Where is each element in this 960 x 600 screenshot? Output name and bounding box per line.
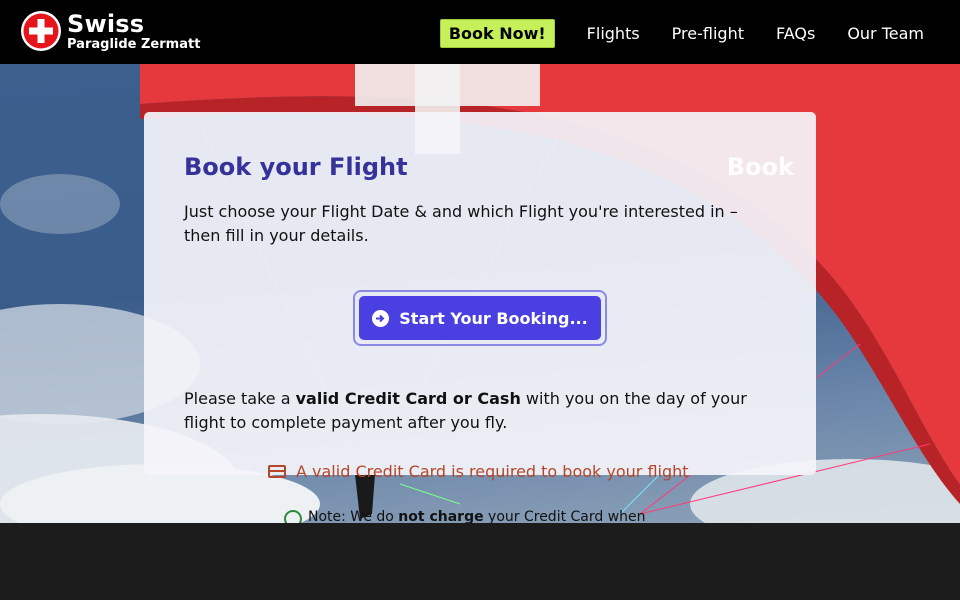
nav-link-faqs[interactable]: FAQs — [776, 24, 815, 43]
nav-link-our-team[interactable]: Our Team — [847, 24, 924, 43]
payment-methods: valid Credit Card or Cash — [295, 389, 521, 408]
credit-card-note: A valid Credit Card is required to book … — [268, 462, 689, 481]
credit-card-note-text: A valid Credit Card is required to book … — [296, 462, 689, 481]
booking-card: Book your Flight Book Just choose your F… — [144, 112, 816, 475]
intro-text: Just choose your Flight Date & and which… — [184, 202, 738, 245]
card-watermark: Book — [726, 153, 794, 181]
brand-logo[interactable]: Swiss Paraglide Zermatt — [20, 10, 200, 52]
nav-link-pre-flight[interactable]: Pre-flight — [672, 24, 744, 43]
start-booking-focus-ring: Start Your Booking... — [353, 290, 607, 346]
book-now-button[interactable]: Book Now! — [439, 19, 555, 48]
brand-subtitle: Paraglide Zermatt — [67, 36, 201, 52]
payment-info: Please take a valid Credit Card or Cash … — [184, 389, 747, 432]
swiss-cross-icon — [21, 11, 61, 51]
nav-link-flights[interactable]: Flights — [587, 24, 640, 43]
page-title: Book your Flight — [184, 153, 408, 181]
charge-note: Note: We do not charge your Credit Card … — [284, 509, 646, 523]
arrow-right-circle-icon — [372, 309, 390, 327]
check-circle-icon — [284, 510, 302, 523]
footer — [0, 523, 960, 600]
brand-title: Swiss — [67, 9, 145, 38]
credit-card-icon — [268, 465, 286, 478]
main-nav: Book Now! Flights Pre-flight FAQs Our Te… — [439, 19, 924, 48]
start-booking-button[interactable]: Start Your Booking... — [359, 296, 601, 340]
start-booking-label: Start Your Booking... — [399, 308, 588, 328]
site-header: Swiss Paraglide Zermatt Book Now! Flight… — [0, 0, 960, 64]
